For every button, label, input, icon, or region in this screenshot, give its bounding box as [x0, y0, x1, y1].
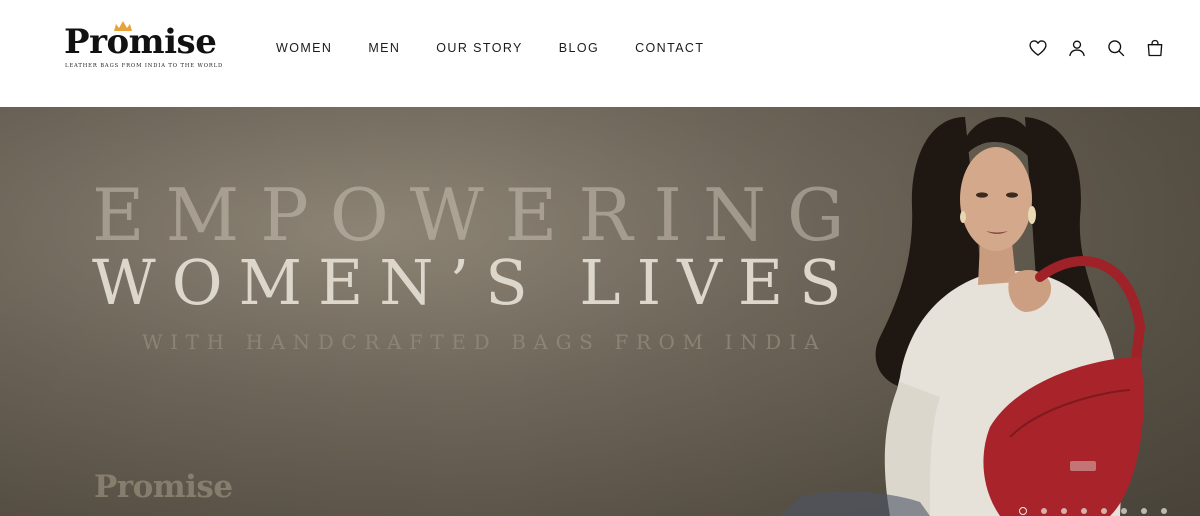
account-button[interactable]: [1066, 37, 1088, 59]
carousel-dot[interactable]: [1061, 508, 1067, 514]
search-button[interactable]: [1105, 37, 1127, 59]
site-header: Promise LEATHER BAGS FROM INDIA TO THE W…: [0, 0, 1200, 107]
nav-item-men[interactable]: MEN: [368, 40, 400, 56]
hero-headline-line-2: WOMEN’S LIVES: [92, 246, 858, 319]
nav-item-women[interactable]: WOMEN: [276, 40, 332, 56]
carousel-dot[interactable]: [1121, 508, 1127, 514]
cart-button[interactable]: [1144, 37, 1166, 59]
carousel-dot[interactable]: [1041, 508, 1047, 514]
carousel-dot[interactable]: [1081, 508, 1087, 514]
brand-logo[interactable]: Promise LEATHER BAGS FROM INDIA TO THE W…: [64, 21, 234, 74]
account-icon: [1069, 40, 1085, 57]
brand-name: Promise: [64, 22, 217, 62]
carousel-dot[interactable]: [1101, 508, 1107, 514]
hero-model-image: [780, 117, 1146, 516]
carousel-dots: [1019, 507, 1167, 515]
carousel-dot[interactable]: [1019, 507, 1027, 515]
bag-icon: [1147, 39, 1163, 57]
heart-icon: [1029, 40, 1047, 56]
carousel-dot[interactable]: [1161, 508, 1167, 514]
hero-watermark-logo: Promise: [94, 469, 233, 505]
hero-subheadline: WITH HANDCRAFTED BAGS FROM INDIA: [142, 330, 827, 354]
header-icons: [1027, 37, 1166, 59]
hero-banner[interactable]: EMPOWERING WOMEN’S LIVES WITH HANDCRAFTE…: [0, 107, 1200, 516]
main-nav: WOMEN MEN OUR STORY BLOG CONTACT: [276, 40, 704, 56]
brand-tagline: LEATHER BAGS FROM INDIA TO THE WORLD: [65, 63, 224, 69]
wishlist-button[interactable]: [1027, 37, 1049, 59]
search-icon: [1108, 40, 1125, 57]
nav-item-contact[interactable]: CONTACT: [635, 40, 704, 56]
nav-item-our-story[interactable]: OUR STORY: [436, 40, 522, 56]
nav-item-blog[interactable]: BLOG: [559, 40, 599, 56]
carousel-dot[interactable]: [1141, 508, 1147, 514]
